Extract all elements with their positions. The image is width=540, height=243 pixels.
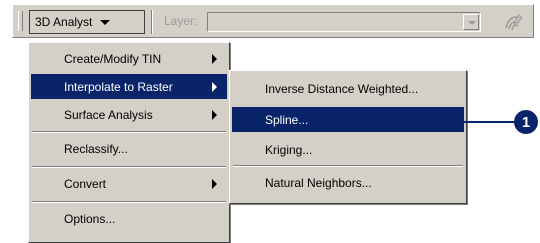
layer-dropdown[interactable] — [207, 12, 481, 32]
layer-dropdown-arrow-icon[interactable] — [463, 14, 479, 30]
menu-item-label: Reclassify... — [64, 141, 128, 156]
menu-divider — [32, 201, 226, 203]
submenu-arrow-icon — [212, 82, 217, 92]
submenu-item-kriging[interactable]: Kriging... — [232, 137, 464, 162]
menu-item-label: Options... — [64, 211, 116, 226]
menu-item-options[interactable]: Options... — [31, 206, 227, 231]
toolbar-grip[interactable] — [18, 11, 23, 31]
callout-leader-line — [448, 121, 515, 123]
menu-item-label: Convert — [64, 176, 107, 191]
submenu-item-spline[interactable]: Spline... — [232, 107, 464, 132]
menu-item-surface-analysis[interactable]: Surface Analysis — [31, 102, 227, 127]
interpolate-to-raster-submenu: Inverse Distance Weighted... Spline... K… — [229, 70, 467, 204]
menu-item-reclassify[interactable]: Reclassify... — [31, 136, 227, 161]
submenu-arrow-icon — [212, 179, 217, 189]
menu-divider — [32, 131, 226, 133]
submenu-item-inverse-distance-weighted[interactable]: Inverse Distance Weighted... — [232, 76, 464, 101]
submenu-arrow-icon — [212, 110, 217, 120]
toolbar-separator — [151, 10, 153, 34]
3d-analyst-menu: Create/Modify TIN Interpolate to Raster … — [28, 42, 230, 243]
menu-item-convert[interactable]: Convert — [31, 171, 227, 196]
menu-divider — [32, 166, 226, 168]
menu-item-create-modify-tin[interactable]: Create/Modify TIN — [31, 46, 227, 71]
submenu-item-label: Kriging... — [265, 142, 313, 157]
3d-analyst-label: 3D Analyst — [35, 15, 93, 29]
3d-analyst-toolbar: 3D Analyst Layer: — [12, 4, 534, 38]
create-contours-icon[interactable] — [503, 12, 525, 32]
submenu-divider — [233, 165, 463, 167]
submenu-item-label: Spline... — [265, 112, 309, 127]
menu-item-label: Create/Modify TIN — [64, 51, 162, 66]
dropdown-arrow-icon — [100, 19, 111, 25]
menu-item-interpolate-to-raster[interactable]: Interpolate to Raster — [31, 74, 227, 99]
submenu-item-label: Natural Neighbors... — [265, 175, 372, 190]
submenu-item-natural-neighbors[interactable]: Natural Neighbors... — [232, 170, 464, 195]
step-callout-badge: 1 — [514, 110, 538, 134]
3d-analyst-menu-button[interactable]: 3D Analyst — [29, 10, 145, 34]
menu-item-label: Interpolate to Raster — [64, 79, 173, 94]
menu-item-label: Surface Analysis — [64, 107, 153, 122]
submenu-item-label: Inverse Distance Weighted... — [265, 81, 419, 96]
layer-label: Layer: — [164, 14, 198, 28]
submenu-arrow-icon — [212, 54, 217, 64]
